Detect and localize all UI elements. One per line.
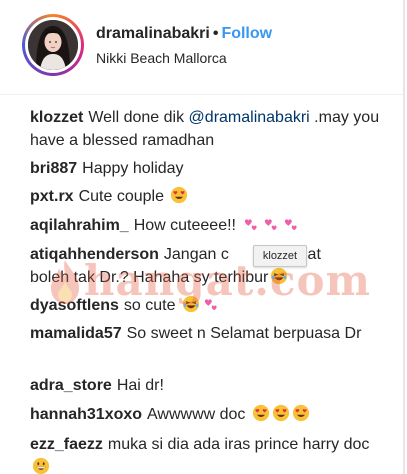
comment-username[interactable]: adra_store (30, 377, 112, 394)
comment-mention-link[interactable]: @dramalinabakri (189, 109, 310, 126)
follow-button[interactable]: Follow (221, 25, 272, 42)
avatar[interactable] (28, 20, 78, 70)
post-location[interactable]: Nikki Beach Mallorca (96, 50, 227, 66)
two-hearts-emoji (285, 219, 298, 231)
comment-text: Happy holiday (82, 160, 184, 177)
story-ring[interactable] (22, 14, 84, 76)
comment-username[interactable]: atiqahhenderson (30, 246, 159, 263)
comment-item: bri887 Happy holiday (30, 157, 385, 180)
comment-text: muka si dia ada iras prince harry doc (107, 436, 370, 453)
comment-username[interactable]: aqilahrahim_ (30, 217, 129, 234)
comment-username[interactable]: klozzet (30, 109, 83, 126)
comment-username[interactable]: ezz_faezz (30, 436, 103, 453)
comment-item: adra_store Hai dr! (30, 374, 385, 397)
post-author-username[interactable]: dramalinabakri (96, 25, 210, 42)
username-tooltip: klozzet (253, 245, 307, 267)
comment-item: atiqahhendersonJangan cangatboleh tak Dr… (30, 243, 385, 289)
comment-item: klozzet Well done dik @dramalinabakri .ma… (30, 106, 385, 152)
avatar-photo-icon (28, 20, 78, 70)
comment-username[interactable]: bri887 (30, 160, 77, 177)
comment-text: Cute couple (78, 188, 164, 205)
comment-username[interactable]: dyasoftlens (30, 297, 119, 314)
post-header: dramalinabakri • Follow Nikki Beach Mallor… (0, 0, 403, 95)
header-user-line: dramalinabakri • Follow (96, 25, 272, 43)
heart-eyes-emoji (272, 404, 289, 422)
comment-item: mamalida57 So sweet n Selamat berpuasa Dr (30, 322, 385, 345)
comment-item: aqilahrahim_ How cuteeee!! (30, 214, 385, 237)
comment-text: so cute (123, 297, 176, 314)
laughing-emoji (271, 267, 288, 285)
comment-text: Well done dik (88, 109, 189, 126)
two-hearts-emoji (265, 219, 278, 231)
comment-username[interactable]: pxt.rx (30, 188, 74, 205)
heart-eyes-emoji (171, 186, 188, 204)
comment-item: ezz_faezz muka si dia ada iras prince har… (30, 433, 385, 474)
comment-text: How cuteeee!! (133, 217, 236, 234)
two-hearts-emoji (245, 219, 258, 231)
grinning-emoji (32, 457, 50, 474)
comment-item: hannah31xoxo Awwwww doc (30, 403, 385, 426)
heart-eyes-emoji (292, 404, 309, 422)
separator-dot: • (212, 25, 219, 42)
comment-text: So sweet n Selamat berpuasa Dr (126, 325, 362, 342)
two-hearts-emoji (204, 299, 217, 311)
comment-username[interactable]: mamalida57 (30, 325, 122, 342)
instagram-post-panel: dramalinabakri • Follow Nikki Beach Mallor… (0, 0, 405, 474)
comment-item: pxt.rx Cute couple (30, 185, 385, 208)
comment-text: Hai dr! (116, 377, 164, 394)
comment-item: dyasoftlens so cute (30, 294, 385, 317)
comment-text: Awwwww doc (147, 406, 246, 423)
comment-text: boleh tak Dr.? Hahaha sy terhibur (30, 269, 269, 286)
heart-eyes-emoji (252, 404, 269, 422)
comment-username[interactable]: hannah31xoxo (30, 406, 142, 423)
comment-text: Jangan c (163, 246, 229, 263)
laughing-emoji (182, 295, 200, 313)
